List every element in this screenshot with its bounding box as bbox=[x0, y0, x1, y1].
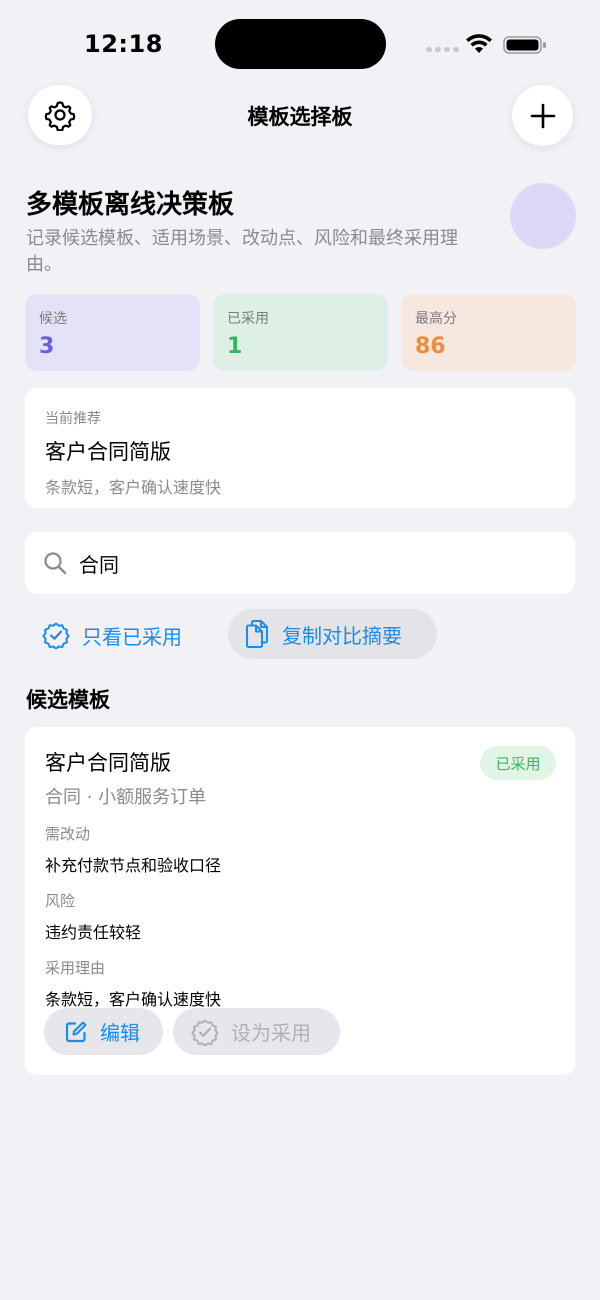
wifi-icon bbox=[466, 34, 492, 53]
plus-icon bbox=[530, 103, 555, 128]
battery-icon bbox=[503, 36, 546, 54]
adopted-badge: 已采用 bbox=[480, 746, 556, 780]
adopted-only-toggle[interactable]: 只看已采用 bbox=[42, 617, 182, 653]
search-bar[interactable] bbox=[25, 532, 575, 594]
signal-icon bbox=[426, 47, 459, 52]
verified-badge-icon bbox=[42, 622, 70, 649]
recommendation-desc: 条款短，客户确认速度快 bbox=[45, 478, 222, 497]
status-time: 12:18 bbox=[84, 30, 163, 58]
stat-adopted: 已采用 1 bbox=[213, 294, 388, 371]
set-adopted-button[interactable]: 设为采用 bbox=[173, 1008, 340, 1055]
recommendation-card: 当前推荐 客户合同简版 条款短，客户确认速度快 bbox=[25, 388, 575, 508]
copy-summary-button[interactable]: 复制对比摘要 bbox=[228, 609, 437, 659]
template-card[interactable]: 客户合同简版 合同 · 小额服务订单 已采用 需改动 补充付款节点和验收口径 风… bbox=[25, 727, 575, 1075]
reason-value: 条款短，客户确认速度快 bbox=[45, 990, 222, 1009]
verified-badge-icon bbox=[191, 1019, 219, 1046]
changes-label: 需改动 bbox=[45, 825, 91, 843]
adopted-only-label: 只看已采用 bbox=[82, 624, 182, 649]
stat-value: 3 bbox=[39, 334, 55, 359]
stat-label: 候选 bbox=[39, 311, 67, 327]
page-description: 记录候选模板、适用场景、改动点、风险和最终采用理由。 bbox=[26, 228, 458, 275]
reason-label: 采用理由 bbox=[45, 959, 106, 977]
edit-button[interactable]: 编辑 bbox=[44, 1008, 163, 1055]
edit-label: 编辑 bbox=[100, 1021, 140, 1045]
risk-value: 违约责任较轻 bbox=[45, 923, 142, 942]
risk-label: 风险 bbox=[45, 892, 76, 910]
template-name: 客户合同简版 bbox=[45, 751, 171, 775]
stat-label: 已采用 bbox=[227, 311, 269, 327]
edit-icon bbox=[65, 1021, 87, 1042]
add-button[interactable] bbox=[512, 85, 573, 146]
section-title: 候选模板 bbox=[26, 688, 110, 712]
recommendation-label: 当前推荐 bbox=[45, 411, 101, 427]
set-adopted-label: 设为采用 bbox=[231, 1021, 311, 1045]
search-icon bbox=[44, 552, 67, 575]
recommendation-name: 客户合同简版 bbox=[45, 440, 171, 464]
decorative-circle bbox=[510, 183, 576, 249]
stat-label: 最高分 bbox=[415, 311, 457, 327]
stat-value: 1 bbox=[227, 334, 243, 359]
copy-document-icon bbox=[246, 620, 268, 648]
app-screen: 12:18 模板选择板 多模板离线决策板 记录候选模板、适用场景、改动点、风险和… bbox=[0, 0, 600, 1300]
page-title: 多模板离线决策板 bbox=[26, 190, 235, 220]
dynamic-island bbox=[215, 19, 386, 69]
stat-candidates: 候选 3 bbox=[25, 294, 200, 371]
stat-value: 86 bbox=[415, 334, 446, 359]
template-meta: 合同 · 小额服务订单 bbox=[45, 787, 207, 808]
search-input[interactable] bbox=[79, 551, 539, 575]
copy-summary-label: 复制对比摘要 bbox=[282, 623, 402, 648]
nav-title: 模板选择板 bbox=[247, 105, 353, 129]
stat-top-score: 最高分 86 bbox=[401, 294, 576, 371]
changes-value: 补充付款节点和验收口径 bbox=[45, 856, 222, 875]
